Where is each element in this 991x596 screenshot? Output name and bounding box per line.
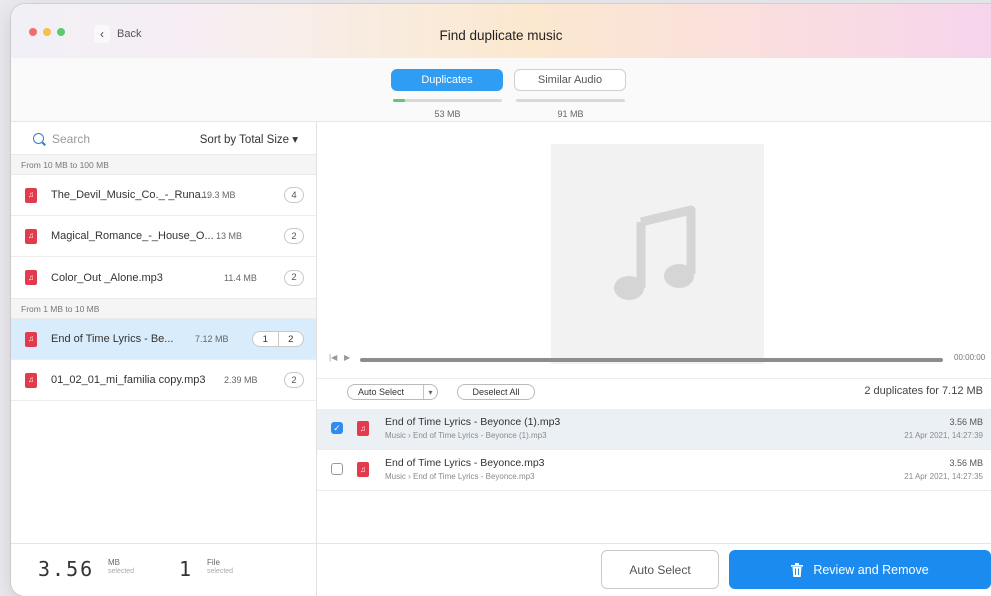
- title-bar: ‹ Back Find duplicate music: [11, 4, 991, 58]
- music-note-icon: [614, 205, 696, 300]
- selected-size-unit: MB selected: [108, 558, 134, 576]
- item-name: End of Time Lyrics - Be...: [51, 333, 174, 345]
- group-list: From 10 MB to 100 MB ♫ The_Devil_Music_C…: [11, 154, 316, 401]
- audio-player: |◀ ▶ 00:00:00: [317, 348, 991, 370]
- list-item[interactable]: ♫ The_Devil_Music_Co._-_Runa... 19.3 MB …: [11, 175, 316, 216]
- music-file-icon: ♫: [25, 331, 37, 347]
- list-item-selected[interactable]: ♫ End of Time Lyrics - Be... 7.12 MB 1 2: [11, 319, 316, 360]
- deselect-all-button[interactable]: Deselect All: [457, 384, 535, 400]
- item-name: Magical_Romance_-_House_O...: [51, 230, 214, 242]
- selected-count: 1: [253, 332, 279, 346]
- duplicates-size: 53 MB: [434, 109, 461, 119]
- files-unit-sub: selected: [207, 568, 234, 575]
- music-file-icon: ♫: [357, 421, 369, 436]
- file-name: End of Time Lyrics - Beyonce.mp3: [385, 457, 545, 469]
- size-unit-sub: selected: [108, 568, 135, 575]
- selection-count-badge: 1 2: [252, 331, 304, 347]
- file-row[interactable]: ✓ ♫ End of Time Lyrics - Beyonce (1).mp3…: [317, 409, 991, 450]
- item-size: 13 MB: [216, 231, 243, 241]
- file-path: Music › End of Time Lyrics - Beyonce (1)…: [385, 431, 547, 440]
- search-input[interactable]: Search: [52, 132, 90, 146]
- list-item[interactable]: ♫ 01_02_01_mi_familia copy.mp3 2.39 MB 2: [11, 360, 316, 401]
- auto-select-label: Auto Select: [358, 387, 405, 397]
- duplicates-summary: 2 duplicates for 7.12 MB: [864, 385, 983, 397]
- group-label: From 10 MB to 100 MB: [11, 154, 316, 175]
- item-name: 01_02_01_mi_familia copy.mp3: [51, 374, 206, 386]
- auto-select-button[interactable]: Auto Select: [601, 550, 719, 589]
- item-name: The_Devil_Music_Co._-_Runa...: [51, 189, 210, 201]
- file-name: End of Time Lyrics - Beyonce (1).mp3: [385, 416, 561, 428]
- search-row: Search Sort by Total Size ▾: [11, 122, 316, 154]
- selection-stats: 3.56 MB selected 1 File selected: [11, 543, 316, 596]
- main-panel: |◀ ▶ 00:00:00 Auto Select ▾ Deselect All…: [317, 122, 991, 596]
- tab-duplicates[interactable]: Duplicates: [391, 69, 503, 91]
- playback-slider[interactable]: [360, 358, 943, 362]
- tab-similar-audio[interactable]: Similar Audio: [514, 69, 626, 91]
- music-file-icon: ♫: [25, 270, 37, 285]
- music-file-icon: ♫: [25, 187, 37, 203]
- mode-tabs: Duplicates Similar Audio 53 MB 91 MB: [11, 58, 991, 122]
- duplicate-count-badge: 2: [284, 269, 304, 286]
- file-row[interactable]: ♫ End of Time Lyrics - Beyonce.mp3 Music…: [317, 450, 991, 491]
- item-name: Color_Out _Alone.mp3: [51, 271, 163, 284]
- item-size: 19.3 MB: [202, 190, 236, 200]
- play-icon[interactable]: ▶: [344, 353, 350, 362]
- file-date: 21 Apr 2021, 14:27:35: [904, 472, 983, 481]
- search-icon[interactable]: [33, 133, 44, 144]
- chevron-down-icon[interactable]: ▾: [423, 385, 437, 399]
- similar-size-bar: [516, 99, 625, 102]
- previous-icon[interactable]: |◀: [329, 353, 337, 362]
- files-unit-label: File: [207, 558, 220, 567]
- file-path: Music › End of Time Lyrics - Beyonce.mp3: [385, 472, 535, 481]
- music-file-icon: ♫: [25, 228, 37, 244]
- similar-size: 91 MB: [557, 109, 584, 119]
- file-checkbox[interactable]: ✓: [331, 422, 343, 434]
- item-size: 2.39 MB: [224, 375, 258, 385]
- total-count: 2: [288, 333, 294, 345]
- review-and-remove-label: Review and Remove: [813, 562, 929, 577]
- auto-select-dropdown[interactable]: Auto Select ▾: [347, 384, 438, 400]
- duplicate-count-badge: 2: [284, 228, 304, 244]
- trash-icon: [791, 562, 804, 577]
- duplicates-size-fill: [393, 99, 405, 102]
- selected-files-unit: File selected: [207, 558, 233, 576]
- sidebar: Search Sort by Total Size ▾ From 10 MB t…: [11, 122, 317, 596]
- file-size: 3.56 MB: [949, 458, 983, 468]
- size-unit-label: MB: [108, 558, 120, 567]
- group-label: From 1 MB to 10 MB: [11, 298, 316, 319]
- window-title: Find duplicate music: [439, 28, 563, 43]
- file-size: 3.56 MB: [949, 417, 983, 427]
- duplicates-toolbar: Auto Select ▾ Deselect All 2 duplicates …: [317, 378, 991, 409]
- action-bar: Auto Select Review and Remove: [317, 543, 991, 596]
- app-window: ‹ Back Find duplicate music Duplicates S…: [11, 4, 991, 596]
- selected-files-value: 1: [179, 557, 194, 581]
- file-date: 21 Apr 2021, 14:27:39: [904, 431, 983, 440]
- item-size: 7.12 MB: [195, 334, 229, 344]
- music-file-icon: ♫: [357, 462, 369, 477]
- music-file-icon: ♫: [25, 372, 37, 388]
- item-size: 11.4 MB: [224, 272, 257, 283]
- file-checkbox[interactable]: [331, 463, 343, 475]
- selected-size-value: 3.56: [38, 557, 95, 581]
- duplicate-count-badge: 4: [284, 187, 304, 203]
- duplicates-size-bar: [393, 99, 502, 102]
- sort-dropdown[interactable]: Sort by Total Size ▾: [200, 132, 298, 146]
- duplicate-count-badge: 2: [284, 372, 304, 388]
- list-item[interactable]: ♫ Color_Out _Alone.mp3 11.4 MB 2: [11, 257, 316, 298]
- album-art-preview: [551, 144, 764, 364]
- playback-time: 00:00:00: [954, 353, 986, 362]
- review-and-remove-button[interactable]: Review and Remove: [729, 550, 991, 589]
- list-item[interactable]: ♫ Magical_Romance_-_House_O... 13 MB 2: [11, 216, 316, 257]
